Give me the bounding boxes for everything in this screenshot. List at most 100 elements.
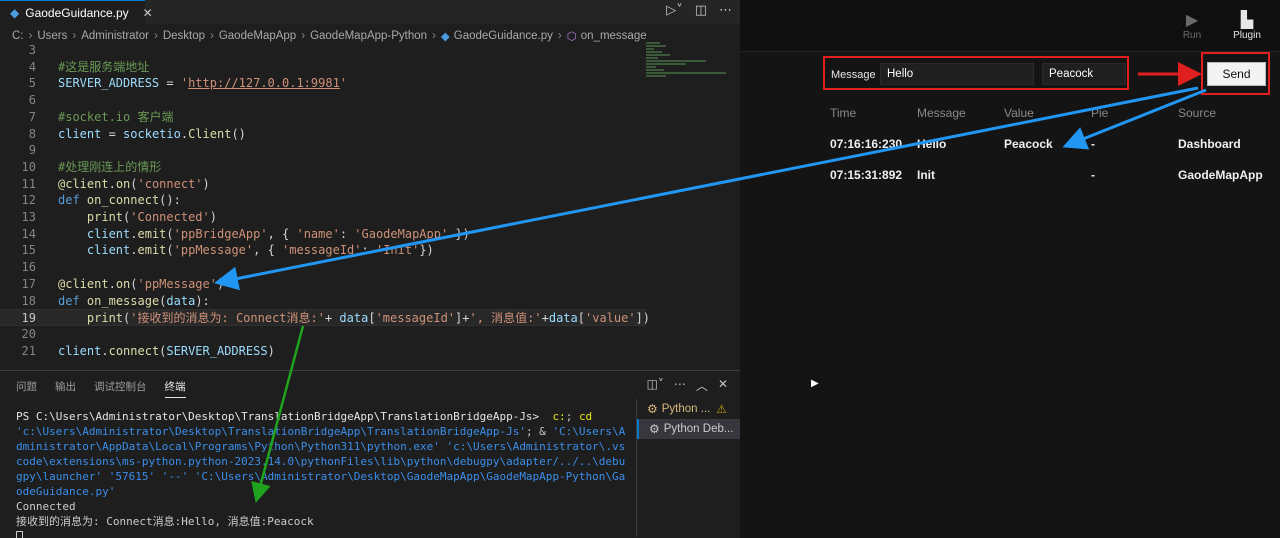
terminal-session-item[interactable]: ⚙ Python Deb... bbox=[637, 419, 740, 439]
vscode-window: ◆ GaodeGuidance.py ✕ ▷˅ ◫ ⋯ C: › Users › Adm… bbox=[0, 0, 740, 538]
chevron-right-icon: › bbox=[28, 30, 33, 42]
message-label: Message bbox=[831, 69, 876, 81]
column-header[interactable]: Value bbox=[1004, 106, 1034, 120]
code-text: client = socketio.Client() bbox=[58, 126, 246, 141]
maximize-panel-icon[interactable]: ︿ bbox=[696, 377, 708, 394]
terminal-sessions: ⚙ Python ... ⚠ ⚙ Python Deb... bbox=[636, 399, 740, 537]
terminal-session-label: Python Deb... bbox=[663, 423, 734, 435]
chevron-right-icon: › bbox=[557, 30, 562, 42]
code-text: #socket.io 客户端 bbox=[58, 109, 174, 124]
terminal-session-item[interactable]: ⚙ Python ... ⚠ bbox=[637, 399, 740, 419]
more-actions-icon[interactable]: ⋯ bbox=[719, 3, 732, 18]
line-number: 20 bbox=[21, 326, 36, 341]
code-line[interactable]: 9 bbox=[0, 142, 646, 159]
table-cell: Init bbox=[917, 168, 935, 182]
chevron-right-icon: › bbox=[432, 30, 436, 42]
send-highlight: Send bbox=[1201, 52, 1270, 95]
code-line[interactable]: 5 SERVER_ADDRESS = 'http://127.0.0.1:9981… bbox=[0, 75, 646, 92]
code-line[interactable]: 14 client.emit('ppBridgeApp', { 'name': … bbox=[0, 226, 646, 243]
message-input[interactable]: Hello bbox=[880, 63, 1034, 85]
line-number: 10 bbox=[21, 159, 36, 174]
split-editor-icon[interactable]: ◫ bbox=[695, 3, 707, 18]
editor-tab-bar: ◆ GaodeGuidance.py ✕ ▷˅ ◫ ⋯ bbox=[0, 0, 740, 24]
code-line[interactable]: 19 print('接收到的消息为: Connect消息:'+ data['me… bbox=[0, 309, 650, 327]
close-icon[interactable]: ✕ bbox=[143, 6, 153, 20]
breadcrumb-segment[interactable]: Users bbox=[37, 30, 67, 42]
chevron-right-icon: › bbox=[301, 30, 306, 42]
run-button[interactable]: ▶ Run bbox=[1170, 10, 1214, 41]
code-line[interactable]: 18 def on_message(data): bbox=[0, 293, 646, 310]
code-line[interactable]: 21 client.connect(SERVER_ADDRESS) bbox=[0, 343, 646, 360]
code-line[interactable]: 15 client.emit('ppMessage', { 'messageId… bbox=[0, 242, 646, 259]
code-editor[interactable]: 3 4 #这是服务端地址 5 SERVER_ADDRESS = 'http://127.… bbox=[0, 42, 740, 368]
code-line[interactable]: 13 print('Connected') bbox=[0, 209, 646, 226]
line-number: 14 bbox=[21, 226, 36, 241]
code-line[interactable]: 4 #这是服务端地址 bbox=[0, 59, 646, 76]
code-line[interactable]: 3 bbox=[0, 42, 646, 59]
line-number: 17 bbox=[21, 276, 36, 291]
table-cell: Dashboard bbox=[1178, 137, 1241, 151]
column-header[interactable]: Pie bbox=[1091, 106, 1108, 120]
line-number: 15 bbox=[21, 243, 36, 258]
table-cell: - bbox=[1091, 168, 1095, 182]
panel-tab[interactable]: 终端 bbox=[164, 379, 186, 398]
line-number: 16 bbox=[21, 260, 36, 275]
code-text: print('接收到的消息为: Connect消息:'+ data['messa… bbox=[86, 311, 651, 326]
line-number: 5 bbox=[28, 76, 36, 91]
line-number: 3 bbox=[28, 43, 36, 57]
terminal-cursor bbox=[16, 530, 23, 538]
bottom-panel: 问题 输出 调试控制台 终端 ◫˅ ⋯ ︿ ✕ PS C:\Users\Adminis… bbox=[0, 370, 740, 538]
panel-tab[interactable]: 问题 bbox=[16, 379, 37, 398]
more-actions-icon[interactable]: ⋯ bbox=[674, 377, 686, 394]
code-line[interactable]: 7 #socket.io 客户端 bbox=[0, 109, 646, 126]
panel-tab[interactable]: 调试控制台 bbox=[94, 379, 147, 398]
minimap[interactable] bbox=[646, 42, 736, 102]
code-text: client.emit('ppMessage', { 'messageId': … bbox=[86, 243, 434, 258]
code-text: @client.on('ppMessage') bbox=[58, 276, 225, 291]
debug-icon: ⚙ bbox=[647, 402, 658, 416]
message-form: Message Hello Peacock bbox=[823, 56, 1129, 90]
line-number: 12 bbox=[21, 193, 36, 208]
code-line[interactable]: 16 bbox=[0, 259, 646, 276]
column-header[interactable]: Source bbox=[1178, 106, 1216, 120]
code-line[interactable]: 8 client = socketio.Client() bbox=[0, 126, 646, 143]
code-text: SERVER_ADDRESS = 'http://127.0.0.1:9981' bbox=[58, 76, 348, 91]
code-line[interactable]: 20 bbox=[0, 326, 646, 343]
code-line[interactable]: 17 @client.on('ppMessage') bbox=[0, 276, 646, 293]
column-header[interactable]: Message bbox=[917, 106, 966, 120]
breadcrumb-segment[interactable]: GaodeMapApp-Python bbox=[310, 30, 427, 42]
run-debug-icon[interactable]: ▷˅ bbox=[666, 3, 683, 18]
line-number: 7 bbox=[28, 109, 36, 124]
terminal-output[interactable]: PS C:\Users\Administrator\Desktop\Transl… bbox=[16, 409, 626, 538]
breadcrumb-segment[interactable]: on_message bbox=[581, 30, 647, 42]
value-input[interactable]: Peacock bbox=[1042, 63, 1126, 85]
breadcrumb-segment[interactable]: GaodeMapApp bbox=[219, 30, 296, 42]
breadcrumb-segment[interactable]: Administrator bbox=[81, 30, 149, 42]
line-number: 11 bbox=[21, 176, 36, 191]
code-line[interactable]: 11 @client.on('connect') bbox=[0, 176, 646, 193]
breadcrumb-segment[interactable]: C: bbox=[12, 30, 24, 42]
python-file-icon: ◆ bbox=[10, 5, 20, 20]
code-text: client.emit('ppBridgeApp', { 'name': 'Ga… bbox=[86, 226, 470, 241]
breadcrumb-segment[interactable]: Desktop bbox=[163, 30, 205, 42]
table-cell: GaodeMapApp bbox=[1178, 168, 1263, 182]
plugin-label: Plugin bbox=[1233, 30, 1261, 41]
split-terminal-icon[interactable]: ◫˅ bbox=[647, 377, 664, 394]
line-number: 19 bbox=[21, 311, 36, 326]
line-number: 4 bbox=[28, 59, 36, 74]
code-text: def on_message(data): bbox=[58, 293, 210, 308]
code-line[interactable]: 10 #处理刚连上的情形 bbox=[0, 159, 646, 176]
panel-tab[interactable]: 输出 bbox=[55, 379, 76, 398]
close-panel-icon[interactable]: ✕ bbox=[718, 377, 728, 394]
run-label: Run bbox=[1182, 30, 1202, 41]
code-line[interactable]: 12 def on_connect(): bbox=[0, 192, 646, 209]
send-button[interactable]: Send bbox=[1207, 62, 1266, 86]
expand-caret-icon[interactable]: ▶ bbox=[811, 378, 819, 389]
line-number: 21 bbox=[21, 343, 36, 358]
breadcrumb-segment[interactable]: GaodeGuidance.py bbox=[454, 30, 553, 42]
plugin-button[interactable]: ▙ Plugin bbox=[1225, 10, 1269, 41]
code-line[interactable]: 6 bbox=[0, 92, 646, 109]
column-header[interactable]: Time bbox=[830, 106, 856, 120]
code-text: #这是服务端地址 bbox=[58, 59, 150, 74]
editor-tab[interactable]: ◆ GaodeGuidance.py ✕ bbox=[0, 0, 153, 24]
